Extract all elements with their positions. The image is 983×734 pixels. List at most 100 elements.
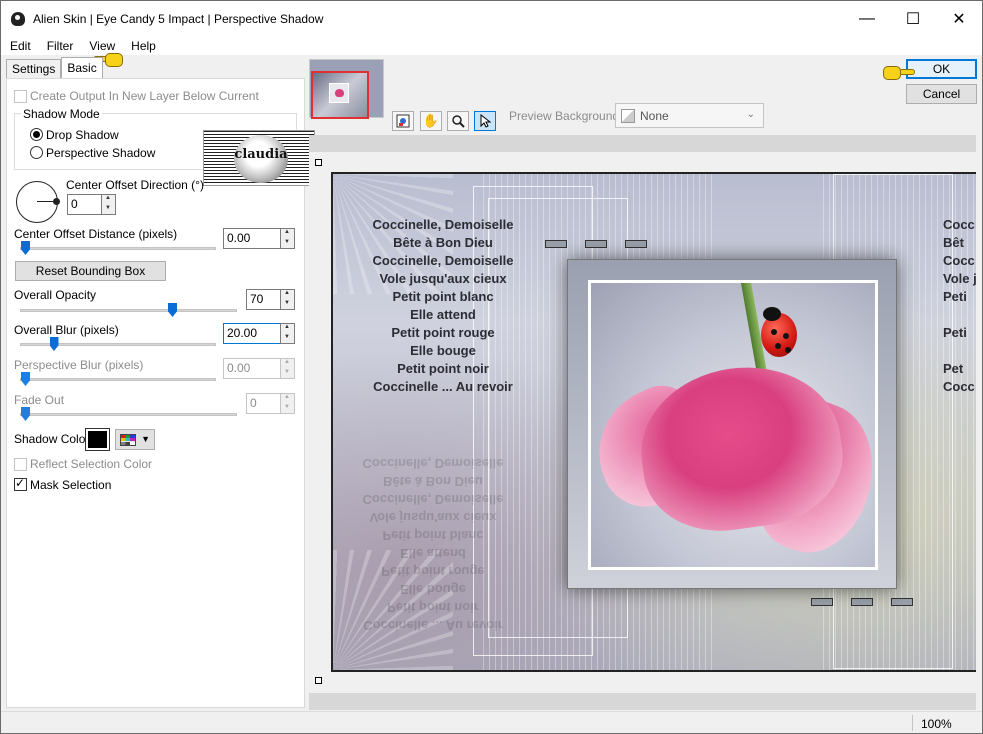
reflect-selection-color-label: Reflect Selection Color bbox=[30, 457, 153, 471]
shadow-color-swatch[interactable] bbox=[85, 428, 110, 451]
flower-photo bbox=[588, 280, 878, 570]
bounding-box-handle[interactable] bbox=[315, 677, 322, 684]
center-offset-distance-input[interactable]: 0.00 bbox=[223, 228, 281, 249]
tab-settings[interactable]: Settings bbox=[6, 59, 62, 79]
preview-background-label: Preview Background: bbox=[509, 109, 623, 123]
cancel-button[interactable]: Cancel bbox=[906, 84, 977, 104]
pointer-hand-icon bbox=[881, 62, 915, 84]
tab-basic[interactable]: Basic bbox=[61, 57, 103, 79]
poem-line: Coccinelle, Demoiselle bbox=[372, 217, 514, 232]
poem-line: Vole jusqu'aux cieux bbox=[379, 271, 507, 286]
poem-reflection: Coccinelle ... Au revoir Petit point noi… bbox=[362, 456, 504, 633]
title-bar: Alien Skin | Eye Candy 5 Impact | Perspe… bbox=[1, 1, 982, 37]
status-bar: 100% bbox=[1, 711, 982, 733]
fade-out-spinner[interactable] bbox=[280, 393, 295, 414]
close-button[interactable]: ✕ bbox=[936, 1, 982, 37]
palette-grid-icon bbox=[120, 434, 136, 446]
fade-out-slider[interactable] bbox=[20, 413, 237, 416]
preview-ruler-top bbox=[309, 135, 976, 152]
preview-ruler-bottom bbox=[309, 693, 976, 710]
shadow-mode-title: Shadow Mode bbox=[21, 107, 102, 121]
overall-opacity-input[interactable]: 70 bbox=[246, 289, 281, 310]
tab-strip: Settings Basic bbox=[6, 57, 103, 79]
menu-edit[interactable]: Edit bbox=[1, 37, 39, 55]
bounding-box-handle[interactable] bbox=[315, 159, 322, 166]
create-output-label: Create Output In New Layer Below Current bbox=[30, 89, 259, 103]
perspective-blur-input[interactable]: 0.00 bbox=[223, 358, 281, 379]
center-offset-direction-spinner[interactable] bbox=[101, 194, 116, 215]
poem-line: Elle attend bbox=[410, 307, 476, 322]
chevron-down-icon: ▼ bbox=[141, 434, 150, 444]
arrow-pointer-icon[interactable] bbox=[474, 111, 496, 131]
photo-frame bbox=[567, 259, 897, 589]
menu-help[interactable]: Help bbox=[123, 37, 164, 55]
preview-image: Coccinelle, Demoiselle Bête à Bon Dieu C… bbox=[331, 172, 976, 672]
color-palette-button[interactable]: ▼ bbox=[115, 429, 155, 450]
poem-line: Petit point blanc bbox=[392, 289, 494, 304]
overall-blur-input[interactable]: 20.00 bbox=[223, 323, 281, 344]
drop-shadow-label: Drop Shadow bbox=[46, 128, 119, 142]
decor-rect bbox=[811, 598, 833, 606]
transparent-swatch-icon bbox=[621, 109, 635, 123]
reflect-selection-color-checkbox[interactable] bbox=[14, 458, 27, 471]
perspective-blur-label: Perspective Blur (pixels) bbox=[14, 358, 144, 372]
overall-blur-slider[interactable] bbox=[20, 343, 216, 346]
overall-opacity-label: Overall Opacity bbox=[14, 288, 97, 302]
app-window: Alien Skin | Eye Candy 5 Impact | Perspe… bbox=[0, 0, 983, 734]
decor-rect bbox=[585, 240, 607, 248]
poem-line: Elle bouge bbox=[410, 343, 476, 358]
minimize-button[interactable]: — bbox=[844, 1, 890, 37]
chevron-down-icon: ⌄ bbox=[746, 109, 755, 120]
maximize-button[interactable]: ☐ bbox=[890, 1, 936, 37]
poem-line: Coccinelle, Demoiselle bbox=[372, 253, 514, 268]
preview-canvas[interactable]: Coccinelle, Demoiselle Bête à Bon Dieu C… bbox=[309, 152, 976, 693]
watermark-text: claudia bbox=[234, 147, 288, 162]
fade-out-label: Fade Out bbox=[14, 393, 65, 407]
perspective-shadow-label: Perspective Shadow bbox=[46, 146, 156, 160]
decor-rect bbox=[891, 598, 913, 606]
overall-opacity-slider[interactable] bbox=[20, 309, 237, 312]
hand-icon[interactable]: ✋ bbox=[420, 111, 442, 131]
zoom-level: 100% bbox=[921, 717, 952, 731]
preview-background-value: None bbox=[640, 109, 669, 123]
menu-bar: Edit Filter View Help bbox=[1, 37, 982, 55]
poem-text-left: Coccinelle, Demoiselle Bête à Bon Dieu C… bbox=[363, 216, 523, 396]
create-output-checkbox[interactable] bbox=[14, 90, 27, 103]
ladybug-image bbox=[761, 307, 797, 357]
center-offset-direction-input[interactable]: 0 bbox=[67, 194, 102, 215]
window-title: Alien Skin | Eye Candy 5 Impact | Perspe… bbox=[33, 12, 324, 26]
magnifier-icon[interactable] bbox=[447, 111, 469, 131]
perspective-blur-spinner[interactable] bbox=[280, 358, 295, 379]
decor-rect bbox=[851, 598, 873, 606]
poem-line: Petit point rouge bbox=[391, 325, 495, 340]
perspective-blur-slider[interactable] bbox=[20, 378, 216, 381]
menu-filter[interactable]: Filter bbox=[39, 37, 82, 55]
poem-line: Bête à Bon Dieu bbox=[393, 235, 493, 250]
navigator-viewport[interactable] bbox=[311, 71, 369, 119]
perspective-shadow-radio[interactable] bbox=[30, 146, 43, 159]
decor-rect bbox=[545, 240, 567, 248]
overall-opacity-spinner[interactable] bbox=[280, 289, 295, 310]
poem-line: Petit point noir bbox=[397, 361, 489, 376]
direction-dial[interactable] bbox=[16, 181, 60, 223]
poem-line: Coccinelle ... Au revoir bbox=[373, 379, 513, 394]
mask-selection-label: Mask Selection bbox=[30, 478, 112, 492]
zoom-fit-icon[interactable] bbox=[392, 111, 414, 131]
ok-button[interactable]: OK bbox=[906, 59, 977, 79]
drop-shadow-radio[interactable] bbox=[30, 128, 43, 141]
preview-background-select[interactable]: None ⌄ bbox=[615, 103, 764, 128]
window-controls: — ☐ ✕ bbox=[844, 1, 982, 37]
center-offset-distance-slider[interactable] bbox=[20, 247, 216, 250]
poem-text-right: Cocc Bêt Cocc Vole j Peti Peti Pet Cocc bbox=[943, 217, 976, 394]
center-offset-distance-spinner[interactable] bbox=[280, 228, 295, 249]
fade-out-input[interactable]: 0 bbox=[246, 393, 281, 414]
reset-bounding-box-button[interactable]: Reset Bounding Box bbox=[15, 261, 166, 281]
overall-blur-spinner[interactable] bbox=[280, 323, 295, 344]
shadow-color-label: Shadow Color bbox=[14, 432, 90, 446]
center-offset-distance-label: Center Offset Distance (pixels) bbox=[14, 227, 178, 241]
overall-blur-label: Overall Blur (pixels) bbox=[14, 323, 119, 337]
claudia-watermark: claudia bbox=[203, 130, 315, 186]
alien-skin-icon bbox=[11, 12, 25, 26]
center-offset-direction-label: Center Offset Direction (°) bbox=[66, 178, 204, 192]
mask-selection-checkbox[interactable] bbox=[14, 476, 27, 491]
